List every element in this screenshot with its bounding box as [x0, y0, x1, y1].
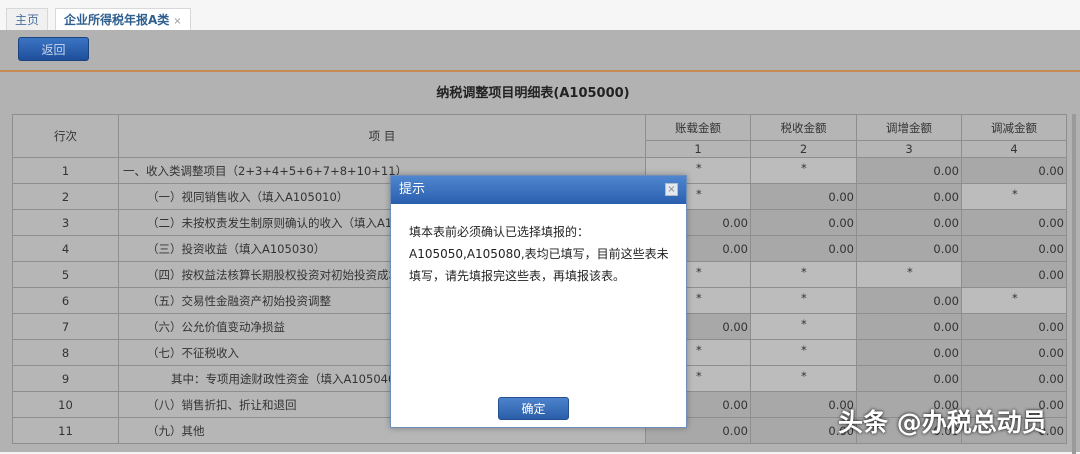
amount-cell[interactable]: 0.00 [961, 261, 1067, 288]
amount-cell[interactable]: 0.00 [961, 365, 1067, 392]
header-col-num: 3 [856, 140, 962, 158]
amount-cell[interactable]: 0.00 [856, 313, 962, 340]
header-item: 项 目 [118, 114, 646, 158]
amount-cell[interactable]: 0.00 [856, 287, 962, 314]
row-number: 6 [12, 287, 119, 314]
page-title: 纳税调整项目明细表(A105000) [436, 86, 630, 101]
row-number: 5 [12, 261, 119, 288]
header-decrease-amount: 调减金额 [961, 114, 1067, 141]
amount-cell: * [750, 313, 857, 340]
tab-annual-report-a[interactable]: 企业所得税年报A类 × [55, 8, 191, 30]
tab-bar: 主页 企业所得税年报A类 × [0, 0, 1080, 30]
amount-cell: * [750, 157, 857, 184]
header-col-num: 2 [750, 140, 857, 158]
row-number: 10 [12, 391, 119, 418]
amount-cell[interactable]: 0.00 [856, 209, 962, 236]
close-icon[interactable]: × [665, 183, 678, 196]
amount-cell[interactable]: 0.00 [856, 365, 962, 392]
row-number: 8 [12, 339, 119, 366]
header-book-amount: 账载金额 [645, 114, 751, 141]
tab-label: 主页 [15, 13, 40, 27]
amount-cell: * [750, 365, 857, 392]
row-number: 7 [12, 313, 119, 340]
amount-cell[interactable]: 0.00 [856, 235, 962, 262]
amount-cell: * [750, 261, 857, 288]
amount-cell: * [750, 287, 857, 314]
amount-cell[interactable]: 0.00 [961, 313, 1067, 340]
scrollbar[interactable] [1072, 114, 1076, 454]
alert-dialog: 提示 × 填本表前必须确认已选择填报的：A105050,A105080,表均已填… [390, 175, 687, 428]
dialog-message: 填本表前必须确认已选择填报的：A105050,A105080,表均已填写，目前这… [409, 225, 669, 283]
amount-cell: * [750, 339, 857, 366]
row-number: 3 [12, 209, 119, 236]
tab-label: 企业所得税年报A类 [64, 13, 170, 27]
divider [0, 70, 1080, 72]
amount-cell: * [961, 287, 1067, 314]
back-button[interactable]: 返回 [18, 37, 89, 61]
amount-cell[interactable]: 0.00 [856, 183, 962, 210]
amount-cell: * [856, 261, 962, 288]
header-row-no: 行次 [12, 114, 119, 158]
amount-cell[interactable]: 0.00 [856, 339, 962, 366]
row-number: 2 [12, 183, 119, 210]
amount-cell[interactable]: 0.00 [961, 209, 1067, 236]
amount-cell[interactable]: 0.00 [961, 339, 1067, 366]
amount-cell[interactable]: 0.00 [750, 183, 857, 210]
header-increase-amount: 调增金额 [856, 114, 962, 141]
row-number: 1 [12, 157, 119, 184]
tab-home[interactable]: 主页 [6, 8, 49, 30]
row-number: 11 [12, 417, 119, 444]
amount-cell[interactable]: 0.00 [961, 235, 1067, 262]
row-number: 4 [12, 235, 119, 262]
amount-cell[interactable]: 0.00 [750, 235, 857, 262]
amount-cell[interactable]: 0.00 [961, 157, 1067, 184]
header-col-num: 1 [645, 140, 751, 158]
header-col-num: 4 [961, 140, 1067, 158]
amount-cell: * [961, 183, 1067, 210]
amount-cell[interactable]: 0.00 [750, 209, 857, 236]
close-tab-icon[interactable]: × [173, 16, 181, 27]
watermark: 头条 @办税总动员 [838, 408, 1047, 437]
dialog-title: 提示 [391, 176, 686, 204]
amount-cell[interactable]: 0.00 [856, 157, 962, 184]
header-tax-amount: 税收金额 [750, 114, 857, 141]
confirm-button[interactable]: 确定 [498, 397, 569, 420]
row-number: 9 [12, 365, 119, 392]
